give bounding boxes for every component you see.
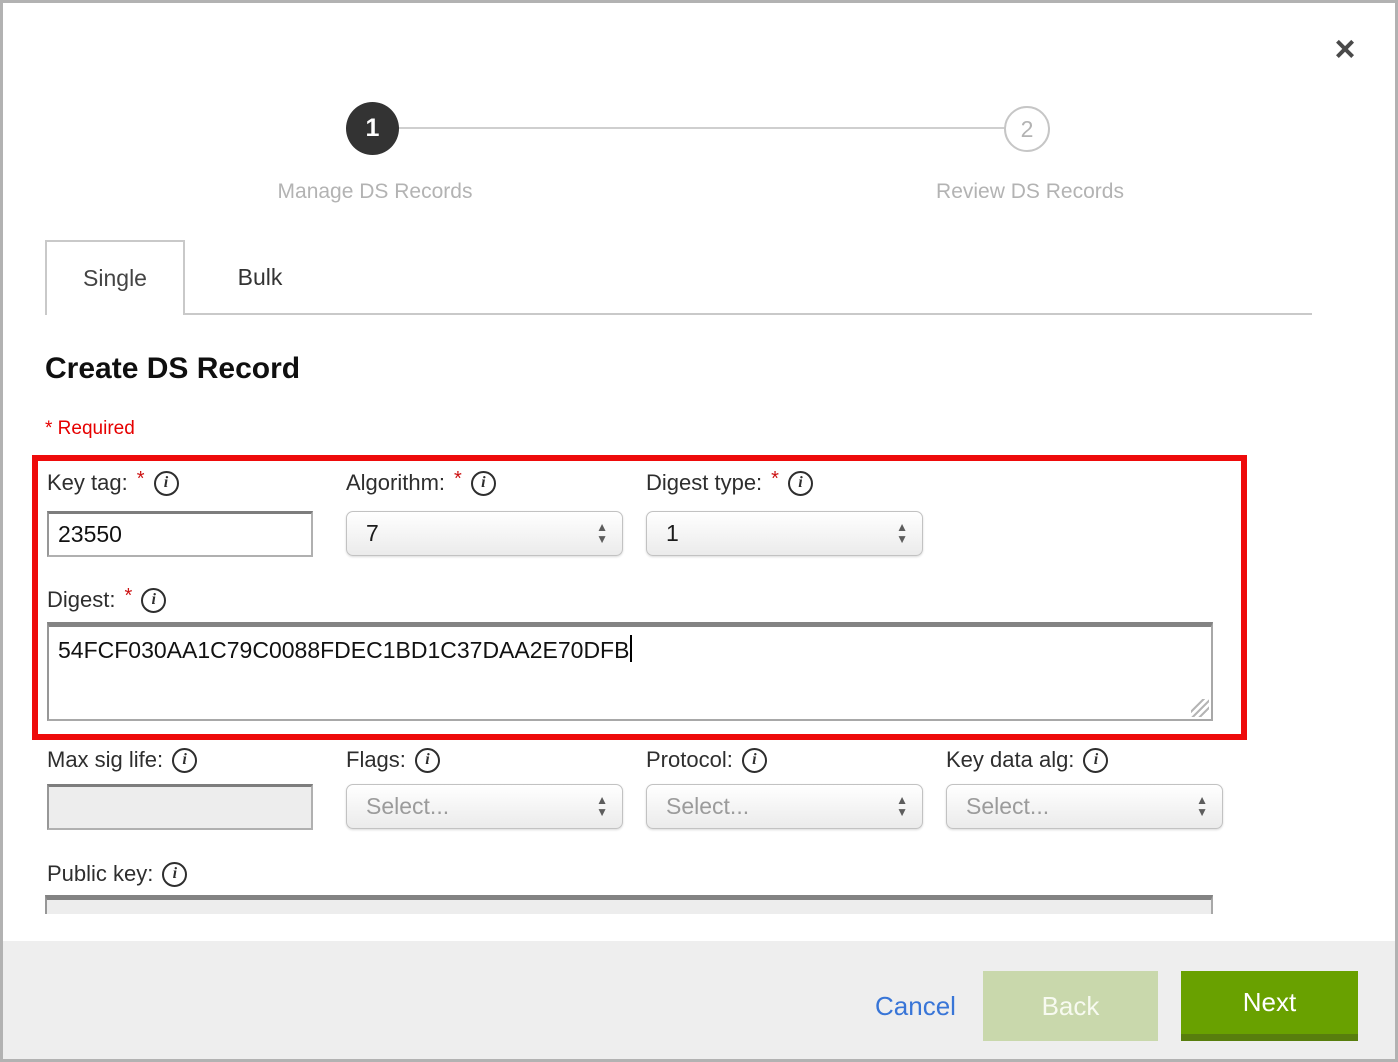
- flags-select-value: Select...: [366, 793, 596, 820]
- step-2-label: Review DS Records: [870, 180, 1190, 204]
- digest-type-label: Digest type: * i: [646, 470, 813, 496]
- key-data-alg-label-text: Key data alg:: [946, 747, 1074, 773]
- info-icon[interactable]: i: [141, 588, 166, 613]
- max-sig-life-label-text: Max sig life:: [47, 747, 163, 773]
- key-tag-label-text: Key tag:: [47, 470, 128, 496]
- key-tag-input[interactable]: [47, 511, 313, 557]
- text-cursor: [630, 635, 632, 662]
- public-key-textarea[interactable]: [45, 895, 1213, 914]
- step-1-label: Manage DS Records: [215, 180, 535, 204]
- algorithm-select[interactable]: 7 ▲▼: [346, 511, 623, 556]
- create-ds-record-dialog: × 1 2 Manage DS Records Review DS Record…: [0, 0, 1398, 1062]
- select-arrows-icon: ▲▼: [596, 523, 608, 544]
- select-arrows-icon: ▲▼: [596, 796, 608, 817]
- protocol-label: Protocol: i: [646, 747, 767, 773]
- info-icon[interactable]: i: [1083, 748, 1108, 773]
- flags-select[interactable]: Select... ▲▼: [346, 784, 623, 829]
- stepper-connector-line: [398, 127, 1008, 129]
- flags-label: Flags: i: [346, 747, 440, 773]
- select-arrows-icon: ▲▼: [896, 523, 908, 544]
- key-data-alg-select[interactable]: Select... ▲▼: [946, 784, 1223, 829]
- select-arrows-icon: ▲▼: [896, 796, 908, 817]
- digest-label-text: Digest:: [47, 587, 115, 613]
- select-arrows-icon: ▲▼: [1196, 796, 1208, 817]
- close-icon[interactable]: ×: [1323, 27, 1367, 71]
- required-asterisk: *: [124, 585, 132, 608]
- public-key-label-text: Public key:: [47, 861, 153, 887]
- max-sig-life-input[interactable]: [47, 784, 313, 830]
- required-asterisk: *: [771, 468, 779, 491]
- digest-type-select[interactable]: 1 ▲▼: [646, 511, 923, 556]
- next-button[interactable]: Next: [1181, 971, 1358, 1041]
- required-asterisk: *: [454, 468, 462, 491]
- info-icon[interactable]: i: [742, 748, 767, 773]
- key-data-alg-label: Key data alg: i: [946, 747, 1108, 773]
- required-asterisk: *: [137, 468, 145, 491]
- required-note: * Required: [45, 418, 135, 440]
- protocol-label-text: Protocol:: [646, 747, 733, 773]
- flags-label-text: Flags:: [346, 747, 406, 773]
- key-tag-label: Key tag: * i: [47, 470, 179, 496]
- dialog-footer: Cancel Back Next: [3, 941, 1395, 1059]
- step-2-circle: 2: [1004, 106, 1050, 152]
- protocol-select[interactable]: Select... ▲▼: [646, 784, 923, 829]
- algorithm-label: Algorithm: * i: [346, 470, 496, 496]
- digest-type-label-text: Digest type:: [646, 470, 762, 496]
- info-icon[interactable]: i: [162, 862, 187, 887]
- algorithm-select-value: 7: [366, 520, 596, 547]
- cancel-button[interactable]: Cancel: [875, 991, 956, 1022]
- page-title: Create DS Record: [45, 352, 300, 386]
- info-icon[interactable]: i: [172, 748, 197, 773]
- step-1-circle: 1: [346, 102, 399, 155]
- algorithm-label-text: Algorithm:: [346, 470, 445, 496]
- resize-handle[interactable]: [1191, 699, 1209, 717]
- tab-bulk[interactable]: Bulk: [187, 240, 333, 315]
- digest-value: 54FCF030AA1C79C0088FDEC1BD1C37DAA2E70DFB: [58, 637, 629, 663]
- info-icon[interactable]: i: [154, 471, 179, 496]
- info-icon[interactable]: i: [788, 471, 813, 496]
- public-key-label: Public key: i: [47, 861, 187, 887]
- tab-single[interactable]: Single: [45, 240, 185, 315]
- digest-label: Digest: * i: [47, 587, 166, 613]
- protocol-select-value: Select...: [666, 793, 896, 820]
- key-data-alg-select-value: Select...: [966, 793, 1196, 820]
- max-sig-life-label: Max sig life: i: [47, 747, 197, 773]
- digest-textarea[interactable]: 54FCF030AA1C79C0088FDEC1BD1C37DAA2E70DFB: [47, 622, 1213, 721]
- info-icon[interactable]: i: [471, 471, 496, 496]
- info-icon[interactable]: i: [415, 748, 440, 773]
- digest-type-select-value: 1: [666, 520, 896, 547]
- back-button[interactable]: Back: [983, 971, 1158, 1041]
